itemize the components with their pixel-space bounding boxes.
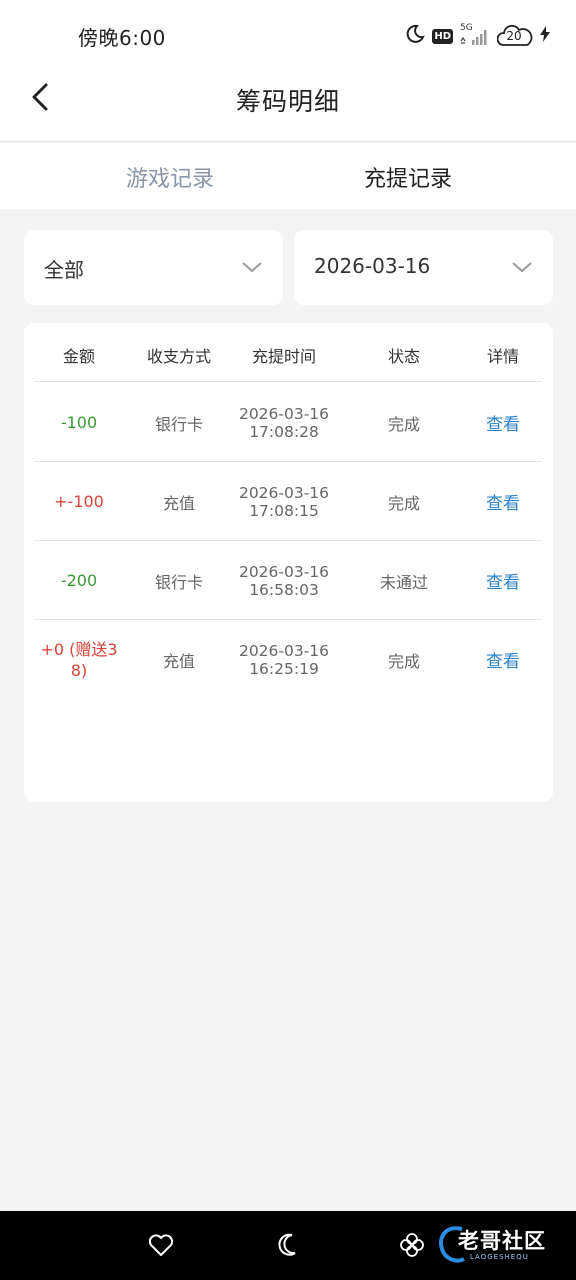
system-navigation-bar: 老哥社区 LAOGESHEQU (0, 1211, 576, 1280)
row-amount: +0 (赠送3 8) (34, 620, 124, 699)
view-detail-link[interactable]: 查看 (464, 462, 542, 541)
row-clock: 17:08:28 (249, 422, 319, 441)
type-filter-value: 全部 (44, 258, 84, 282)
watermark-logo: 老哥社区 LAOGESHEQU (436, 1221, 566, 1271)
header-time: 充提时间 (251, 347, 316, 366)
table-header: 金额 收支方式 充提时间 状态 详情 (34, 323, 542, 382)
table-row: -200 银行卡 2026-03-16 16:58:03 未通过 查看 (34, 541, 542, 620)
chevron-down-icon (512, 262, 532, 273)
row-clock: 16:25:19 (249, 659, 319, 678)
tab-game-records[interactable]: 游戏记录 (70, 161, 270, 193)
type-filter-dropdown[interactable]: 全部 (24, 230, 283, 305)
heart-icon[interactable] (147, 1231, 175, 1259)
table-row: +-100 充值 2026-03-16 17:08:15 完成 查看 (34, 462, 542, 541)
header-amount: 金额 (62, 347, 95, 366)
row-time: 2026-03-16 17:08:15 (234, 462, 334, 541)
row-date: 2026-03-16 (238, 562, 330, 581)
row-method: 充值 (162, 651, 195, 671)
status-icons: HD 5G 20 (405, 22, 550, 50)
row-method: 银行卡 (154, 414, 203, 434)
chevron-down-icon (242, 262, 262, 273)
row-status: 完成 (387, 493, 420, 513)
header-status: 状态 (387, 347, 420, 366)
watermark-text: 老哥社区 (458, 1229, 546, 1253)
date-filter-dropdown[interactable]: 2026-03-16 (294, 230, 553, 305)
view-detail-link[interactable]: 查看 (464, 541, 542, 620)
watermark-sub: LAOGESHEQU (470, 1253, 529, 1261)
row-date: 2026-03-16 (238, 641, 330, 660)
view-detail-link[interactable]: 查看 (464, 383, 542, 462)
hd-icon: HD (432, 28, 453, 44)
signal-icon: 5G (460, 23, 490, 47)
row-time: 2026-03-16 16:25:19 (234, 620, 334, 699)
row-amount: -200 (60, 571, 98, 590)
row-method: 充值 (162, 493, 195, 513)
row-amount: +-100 (54, 492, 104, 511)
row-clock: 17:08:15 (249, 501, 319, 520)
date-filter-value: 2026-03-16 (314, 254, 431, 278)
battery-level: 20 (506, 29, 522, 43)
table-row: +0 (赠送3 8) 充值 2026-03-16 16:25:19 完成 查看 (34, 620, 542, 699)
page-header: 筹码明细 (0, 70, 576, 142)
home-moon-icon[interactable] (273, 1231, 301, 1259)
row-clock: 16:58:03 (249, 580, 319, 599)
battery-icon: 20 (497, 23, 533, 49)
status-bar: 傍晚6:00 HD 5G 20 (0, 0, 576, 70)
status-time: 傍晚6:00 (78, 26, 166, 50)
view-detail-link[interactable]: 查看 (464, 620, 542, 699)
row-date: 2026-03-16 (238, 404, 330, 423)
tab-bar: 游戏记录 充提记录 (0, 143, 576, 209)
row-time: 2026-03-16 16:58:03 (234, 541, 334, 620)
row-method: 银行卡 (154, 572, 203, 592)
row-amount-line2: 8) (70, 660, 88, 680)
row-date: 2026-03-16 (238, 483, 330, 502)
clover-icon[interactable] (398, 1231, 426, 1259)
table-row: -100 银行卡 2026-03-16 17:08:28 完成 查看 (34, 383, 542, 462)
tab-deposit-withdraw-records[interactable]: 充提记录 (308, 161, 508, 193)
charging-icon (540, 26, 550, 46)
records-table: 金额 收支方式 充提时间 状态 详情 -100 银行卡 2026-03-16 1… (24, 323, 553, 802)
header-method: 收支方式 (146, 347, 211, 366)
row-status: 完成 (387, 651, 420, 671)
header-detail: 详情 (486, 347, 519, 366)
row-status: 完成 (387, 414, 420, 434)
row-time: 2026-03-16 17:08:28 (234, 383, 334, 462)
row-status: 未通过 (379, 572, 428, 592)
row-amount: -100 (60, 413, 98, 432)
row-amount-line1: +0 (赠送3 (40, 639, 118, 659)
page-title: 筹码明细 (235, 87, 340, 116)
moon-icon (405, 24, 426, 48)
